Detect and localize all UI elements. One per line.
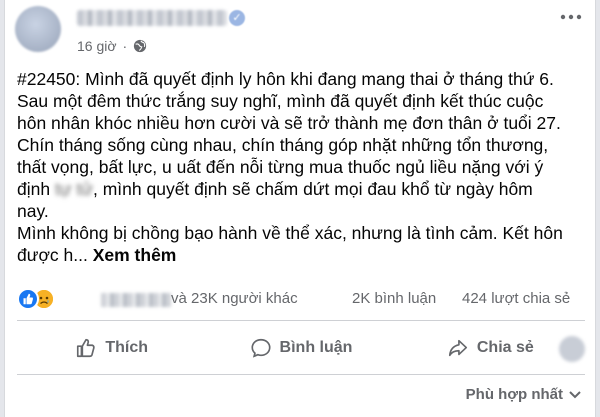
- share-label: Chia sẻ: [476, 339, 534, 356]
- meta-separator: ·: [122, 38, 128, 54]
- share-button[interactable]: Chia sẻ: [396, 330, 585, 366]
- divider: [17, 320, 585, 321]
- comment-sort-dropdown[interactable]: Phù hợp nhất: [466, 386, 581, 403]
- reactor-names-blurred[interactable]: [101, 293, 171, 307]
- sort-label: Phù hợp nhất: [465, 386, 563, 403]
- page-avatar-blurred[interactable]: [559, 336, 585, 362]
- post-line: Mình không bị chồng bạo hành về thể xác,…: [17, 223, 563, 243]
- post-line: thất vọng, bất lực, u uất đến nỗi từng m…: [17, 157, 544, 177]
- like-reaction-icon: [17, 288, 39, 310]
- post-line: được h... Xem thêm: [17, 244, 593, 266]
- post-line: Sau một đêm thức trắng suy nghĩ, mình đã…: [17, 91, 544, 111]
- reactors-summary[interactable]: và 23K người khác: [171, 290, 298, 307]
- post-time[interactable]: 16 giờ: [77, 38, 117, 54]
- like-label: Thích: [105, 339, 148, 356]
- post-line: #22450: Mình đã quyết định ly hôn khi đa…: [17, 69, 554, 89]
- like-button[interactable]: Thích: [17, 330, 206, 366]
- chevron-down-icon: [569, 390, 581, 398]
- post-line: hôn nhân khóc nhiều hơn cười và sẽ trở t…: [17, 113, 561, 133]
- comment-button[interactable]: Bình luận: [206, 330, 395, 366]
- thumbs-up-icon: [77, 338, 96, 358]
- verified-badge-icon: ✓: [229, 10, 245, 26]
- post-text: , mình quyết định sẽ chấm dứt mọi đau kh…: [92, 179, 533, 199]
- post-line: định tự tử, mình quyết định sẽ chấm dứt …: [17, 178, 593, 200]
- post-line: Chín tháng sống cùng nhau, chín tháng gó…: [17, 135, 549, 155]
- see-more-link[interactable]: Xem thêm: [93, 245, 177, 265]
- post-header: ✓ 16 giờ ·: [5, 0, 597, 62]
- share-icon: [448, 339, 467, 357]
- comment-count[interactable]: 2K bình luận: [352, 290, 436, 307]
- reactions-bar: và 23K người khác 2K bình luận 424 lượt …: [17, 288, 593, 312]
- post-card: ✓ 16 giờ · #22450: Mình đã quyết định ly…: [4, 0, 596, 417]
- post-meta: 16 giờ ·: [77, 38, 147, 54]
- author-name-blurred[interactable]: [77, 10, 227, 26]
- post-body: #22450: Mình đã quyết định ly hôn khi đa…: [17, 68, 593, 266]
- globe-icon: [134, 39, 147, 53]
- comment-icon: [251, 338, 271, 358]
- share-count[interactable]: 424 lượt chia sẻ: [462, 290, 570, 307]
- divider: [17, 374, 585, 375]
- post-text: định: [17, 179, 55, 199]
- more-options-icon[interactable]: [559, 12, 583, 22]
- post-text: được h...: [17, 245, 88, 265]
- comment-label: Bình luận: [279, 339, 353, 356]
- blurred-word: tự tử: [54, 179, 93, 199]
- reaction-icons[interactable]: [17, 288, 55, 310]
- author-avatar[interactable]: [15, 6, 61, 52]
- post-line: nay.: [17, 201, 49, 221]
- action-bar: Thích Bình luận Chia sẻ: [17, 326, 585, 370]
